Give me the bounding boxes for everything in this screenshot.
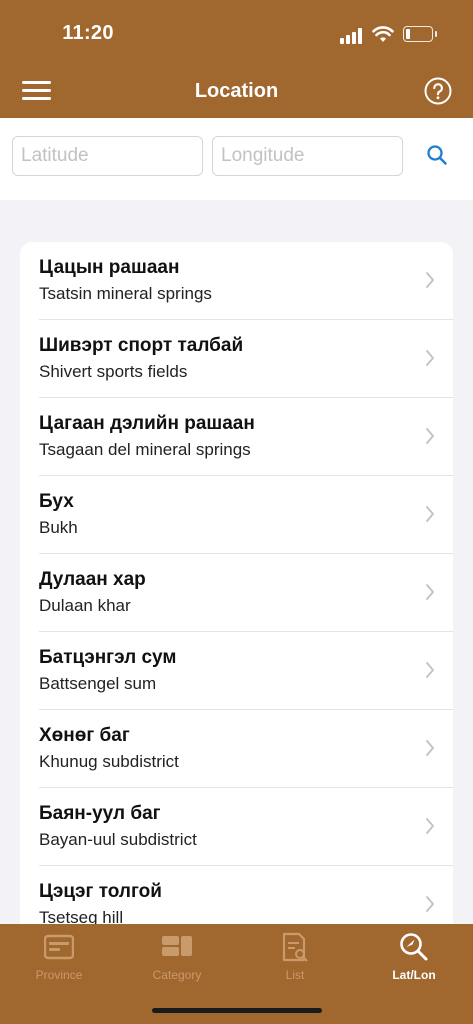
location-title: Бух xyxy=(39,491,74,512)
category-icon xyxy=(162,936,192,956)
location-title: Цэцэг толгой xyxy=(39,881,162,902)
list-item[interactable]: Баян-уул баг Bayan-uul subdistrict xyxy=(20,788,453,866)
location-subtitle: Battsengel sum xyxy=(39,674,157,693)
search-icon[interactable] xyxy=(426,144,448,166)
list-item[interactable]: Бух Bukh xyxy=(20,476,453,554)
chevron-right-icon xyxy=(426,428,434,444)
home-indicator[interactable] xyxy=(152,1008,322,1013)
location-subtitle: Tsagaan del mineral springs xyxy=(39,440,251,459)
chevron-right-icon xyxy=(426,662,434,678)
latitude-input[interactable] xyxy=(12,136,203,176)
location-title: Шивэрт спорт талбай xyxy=(39,335,244,356)
page-title: Location xyxy=(194,80,279,102)
chevron-right-icon xyxy=(426,272,434,288)
tab-label: Lat/Lon xyxy=(392,968,436,982)
province-icon xyxy=(44,934,74,960)
location-title: Баян-уул баг xyxy=(39,803,161,824)
list-item[interactable]: Шивэрт спорт талбай Shivert sports field… xyxy=(20,320,453,398)
list-item[interactable]: Цацын рашаан Tsatsin mineral springs xyxy=(20,242,453,320)
location-title: Батцэнгэл сум xyxy=(39,647,177,668)
longitude-input[interactable] xyxy=(212,136,403,176)
list-item[interactable]: Дулаан хар Dulaan khar xyxy=(20,554,453,632)
location-subtitle: Dulaan khar xyxy=(39,596,131,615)
location-list: Цацын рашаан Tsatsin mineral springs Шив… xyxy=(20,242,453,942)
tab-label: Province xyxy=(35,968,83,982)
list-item[interactable]: Батцэнгэл сум Battsengel sum xyxy=(20,632,453,710)
tab-province[interactable]: Province xyxy=(0,924,118,994)
latlon-search-icon xyxy=(400,933,428,961)
list-item[interactable]: Хөнөг баг Khunug subdistrict xyxy=(20,710,453,788)
chevron-right-icon xyxy=(426,584,434,600)
location-title: Цагаан дэлийн рашаан xyxy=(39,413,255,434)
chevron-right-icon xyxy=(426,350,434,366)
tab-latlon[interactable]: Lat/Lon xyxy=(355,924,473,994)
location-subtitle: Khunug subdistrict xyxy=(39,752,179,771)
location-title: Хөнөг баг xyxy=(39,725,130,746)
wifi-icon xyxy=(372,26,394,42)
chevron-right-icon xyxy=(426,896,434,912)
list-item[interactable]: Цагаан дэлийн рашаан Tsagaan del mineral… xyxy=(20,398,453,476)
app-header: 11:20 Location xyxy=(0,0,473,118)
list-icon xyxy=(282,932,308,962)
location-subtitle: Shivert sports fields xyxy=(39,362,188,381)
chevron-right-icon xyxy=(426,506,434,522)
location-subtitle: Bayan-uul subdistrict xyxy=(39,830,197,849)
help-icon[interactable] xyxy=(424,77,452,105)
tab-label: Category xyxy=(152,968,202,982)
tab-category[interactable]: Category xyxy=(118,924,236,994)
location-subtitle: Bukh xyxy=(39,518,78,537)
battery-icon xyxy=(403,26,437,42)
location-title: Дулаан хар xyxy=(39,569,146,590)
chevron-right-icon xyxy=(426,740,434,756)
tab-list[interactable]: List xyxy=(236,924,354,994)
cellular-signal-icon xyxy=(340,28,364,44)
location-subtitle: Tsatsin mineral springs xyxy=(39,284,212,303)
status-time: 11:20 xyxy=(62,22,114,44)
coordinate-search-bar xyxy=(0,118,473,200)
tab-label: List xyxy=(285,968,305,982)
chevron-right-icon xyxy=(426,818,434,834)
location-title: Цацын рашаан xyxy=(39,257,180,278)
